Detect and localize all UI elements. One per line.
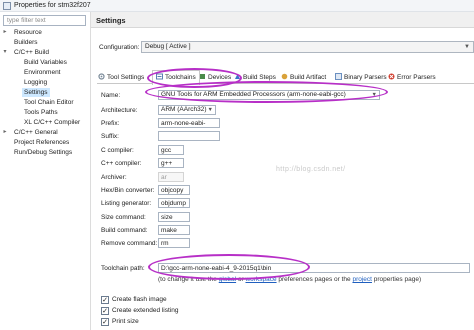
tab-devices[interactable]: Devices (199, 72, 231, 84)
configuration-label: Configuration: (99, 44, 140, 51)
expand-icon[interactable]: ▸ (2, 28, 8, 36)
note-text: (to change it use the (158, 276, 219, 283)
toolchain-path-input[interactable] (158, 263, 470, 273)
build-command-input[interactable] (158, 225, 190, 235)
tab-label: Build Artifact (290, 74, 327, 81)
name-label: Name: (101, 92, 121, 99)
collapse-icon[interactable]: ▾ (2, 48, 8, 56)
checkbox-check-icon[interactable]: ✓ (101, 296, 109, 304)
window-titlebar: Properties for stm32f207 (0, 0, 474, 12)
archiver-label: Archiver: (101, 174, 127, 181)
tab-build-artifact[interactable]: Build Artifact (281, 72, 326, 84)
binary-parsers-icon (335, 73, 342, 80)
build-steps-icon (234, 73, 241, 80)
nav-item-tools-paths[interactable]: Tools Paths (22, 108, 60, 117)
page-title: Settings (96, 16, 126, 25)
tab-bar: Tool Settings Toolchains Devices Build S… (97, 70, 474, 85)
note-text: preferences pages or the (276, 276, 353, 283)
size-command-input[interactable] (158, 212, 190, 222)
window-title: Properties for stm32f207 (14, 2, 91, 9)
nav-item-cpp-general[interactable]: C/C++ General (12, 128, 60, 137)
cpp-compiler-label: C++ compiler: (101, 160, 142, 167)
chevron-down-icon: ▼ (371, 92, 377, 98)
pane-splitter[interactable] (90, 12, 91, 330)
prefix-input[interactable] (158, 118, 220, 128)
tab-error-parsers[interactable]: Error Parsers (388, 72, 436, 84)
remove-command-label: Remove command: (101, 240, 158, 247)
architecture-label: Architecture: (101, 107, 138, 114)
tab-tool-settings[interactable]: Tool Settings (98, 72, 144, 84)
nav-item-resource[interactable]: Resource (12, 28, 44, 37)
tab-toolchains[interactable]: Toolchains (152, 70, 200, 85)
tab-binary-parsers[interactable]: Binary Parsers (335, 72, 387, 84)
configuration-select[interactable]: Debug [ Active ] ▼ (141, 41, 474, 53)
checkbox-check-icon[interactable]: ✓ (101, 318, 109, 326)
name-value: GNU Tools for ARM Embedded Processors (a… (161, 91, 346, 98)
tab-label: Devices (208, 74, 232, 81)
nav-item-settings[interactable]: Settings (22, 88, 50, 97)
build-artifact-icon (281, 73, 288, 80)
nav-item-cpp-build[interactable]: C/C++ Build (12, 48, 51, 57)
tab-label: Error Parsers (397, 74, 436, 81)
architecture-value: ARM (AArch32) (161, 106, 207, 113)
app-icon (3, 2, 11, 10)
tab-build-steps[interactable]: Build Steps (234, 72, 276, 84)
hex-bin-converter-input[interactable] (158, 185, 190, 195)
tab-label: Tool Settings (107, 74, 145, 81)
note-text: properties page) (371, 276, 422, 283)
checkbox-label: Create extended listing (112, 307, 179, 314)
tab-label: Build Steps (243, 74, 276, 81)
nav-item-run-debug-settings[interactable]: Run/Debug Settings (12, 148, 74, 157)
tab-label: Toolchains (165, 74, 196, 81)
global-link[interactable]: global (219, 276, 236, 283)
nav-item-project-references[interactable]: Project References (12, 138, 71, 147)
nav-item-environment[interactable]: Environment (22, 68, 63, 77)
checkbox-label: Print size (112, 318, 139, 325)
configuration-value: Debug [ Active ] (145, 43, 191, 50)
hex-bin-converter-label: Hex/Bin converter: (101, 187, 155, 194)
nav-item-tool-chain-editor[interactable]: Tool Chain Editor (22, 98, 76, 107)
nav-item-logging[interactable]: Logging (22, 78, 49, 87)
tab-label: Binary Parsers (344, 74, 387, 81)
listing-generator-label: Listing generator: (101, 200, 152, 207)
nav-tree: ▸ Resource Builders ▾ C/C++ Build Build … (0, 28, 90, 330)
archiver-input (158, 172, 184, 182)
chevron-down-icon: ▼ (207, 107, 213, 113)
watermark: http://blog.csdn.net/ (276, 166, 346, 173)
project-link[interactable]: project (352, 276, 372, 283)
expand-icon[interactable]: ▸ (2, 128, 8, 136)
build-command-label: Build command: (101, 227, 148, 234)
size-command-label: Size command: (101, 214, 146, 221)
devices-icon (199, 73, 206, 80)
nav-item-build-variables[interactable]: Build Variables (22, 58, 69, 67)
architecture-select[interactable]: ARM (AArch32) ▼ (158, 105, 216, 115)
prefix-label: Prefix: (101, 120, 120, 127)
name-select[interactable]: GNU Tools for ARM Embedded Processors (a… (158, 90, 380, 100)
error-parsers-icon (388, 73, 395, 80)
suffix-input[interactable] (158, 131, 220, 141)
cpp-compiler-input[interactable] (158, 158, 184, 168)
chevron-down-icon: ▼ (464, 44, 470, 50)
settings-header: Settings (91, 12, 474, 28)
remove-command-input[interactable] (158, 238, 190, 248)
tool-settings-icon (98, 73, 105, 80)
c-compiler-label: C compiler: (101, 147, 134, 154)
filter-input[interactable] (3, 15, 86, 26)
workspace-link[interactable]: workspace (245, 276, 276, 283)
nav-item-xl-compiler[interactable]: XL C/C++ Compiler (22, 118, 82, 127)
listing-generator-input[interactable] (158, 198, 190, 208)
toolchain-path-label: Toolchain path: (101, 265, 145, 272)
preferences-note: (to change it use the global or workspac… (158, 276, 421, 283)
checkbox-check-icon[interactable]: ✓ (101, 307, 109, 315)
c-compiler-input[interactable] (158, 145, 184, 155)
suffix-label: Suffix: (101, 133, 119, 140)
toolchains-icon (156, 72, 163, 80)
checkbox-label: Create flash image (112, 296, 167, 303)
nav-item-builders[interactable]: Builders (12, 38, 39, 47)
